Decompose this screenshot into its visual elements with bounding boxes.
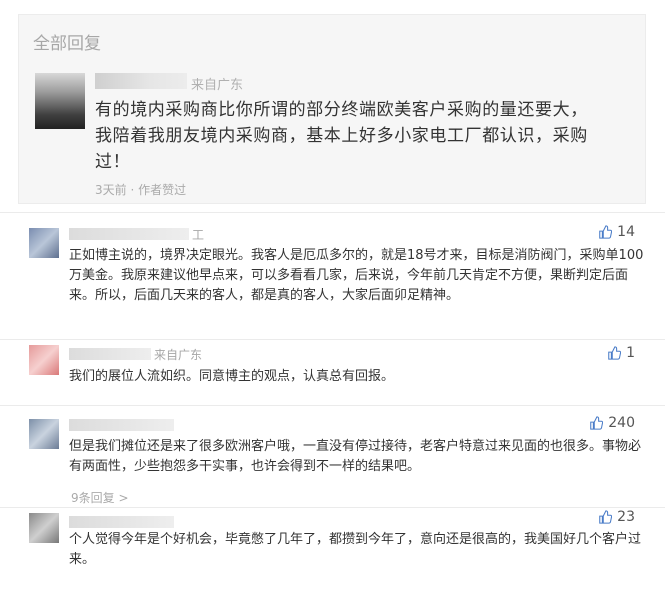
- avatar[interactable]: [29, 513, 59, 543]
- like-count: 240: [608, 415, 635, 431]
- like-button[interactable]: 23: [598, 509, 635, 525]
- like-count: 23: [617, 509, 635, 525]
- avatar[interactable]: [29, 419, 59, 449]
- divider: [0, 339, 665, 340]
- comment-text: 正如博主说的，境界决定眼光。我客人是厄瓜多尔的，就是18号才来，目标是消防阀门，…: [69, 248, 644, 303]
- comment-text: 个人觉得今年是个好机会，毕竟憋了几年了，都攒到今年了，意向还是很高的，我美国好几…: [69, 532, 642, 567]
- like-button[interactable]: 240: [589, 415, 635, 431]
- location-label: 来自广东: [154, 348, 203, 362]
- reply-text: 有的境内采购商比你所谓的部分终端欧美客户采购的量还要大，我陪着我朋友境内采购商，…: [95, 100, 588, 172]
- like-button[interactable]: 14: [598, 224, 635, 240]
- location-label: 来自广东: [191, 78, 244, 93]
- comment-item: 工 14 正如博主说的，境界决定眼光。我客人是厄瓜多尔的，就是18号才来，目标是…: [0, 214, 665, 340]
- username-blurred[interactable]: [69, 419, 174, 431]
- reply-panel: 全部回复 来自广东 有的境内采购商比你所谓的部分终端欧美客户采购的量还要大，我陪…: [18, 14, 646, 204]
- comment-item: 240 但是我们摊位还是来了很多欧洲客户哦，一直没有停过接待，老客户特意过来见面…: [0, 407, 665, 507]
- avatar[interactable]: [29, 345, 59, 375]
- avatar[interactable]: [29, 228, 59, 258]
- username-blurred[interactable]: [69, 348, 151, 360]
- username-blurred[interactable]: [69, 516, 174, 528]
- thumbs-up-icon: [608, 346, 622, 360]
- divider: [0, 507, 665, 508]
- avatar[interactable]: [35, 73, 85, 129]
- comment-item: 来自广东 1 我们的展位人流如织。同意博主的观点，认真总有回报。: [0, 341, 665, 399]
- thumbs-up-icon: [590, 416, 604, 430]
- thumbs-up-icon: [599, 225, 613, 239]
- thumbs-up-icon: [599, 510, 613, 524]
- panel-title: 全部回复: [33, 34, 101, 54]
- divider: [0, 212, 665, 213]
- like-count: 1: [626, 345, 635, 361]
- comment-text: 但是我们摊位还是来了很多欧洲客户哦，一直没有停过接待，老客户特意过来见面的也很多…: [69, 439, 642, 474]
- username-tail: 工: [192, 228, 205, 242]
- username-blurred[interactable]: [69, 228, 189, 240]
- like-count: 14: [617, 224, 635, 240]
- username-blurred[interactable]: [95, 73, 187, 89]
- view-replies-link[interactable]: 9条回复 >: [71, 489, 129, 506]
- comment-text: 我们的展位人流如织。同意博主的观点，认真总有回报。: [69, 369, 395, 384]
- reply-meta: 3天前 · 作者赞过: [95, 183, 187, 197]
- comment-item: 23 个人觉得今年是个好机会，毕竟憋了几年了，都攒到今年了，意向还是很高的，我美…: [0, 509, 665, 589]
- like-button[interactable]: 1: [607, 345, 635, 361]
- divider: [0, 405, 665, 406]
